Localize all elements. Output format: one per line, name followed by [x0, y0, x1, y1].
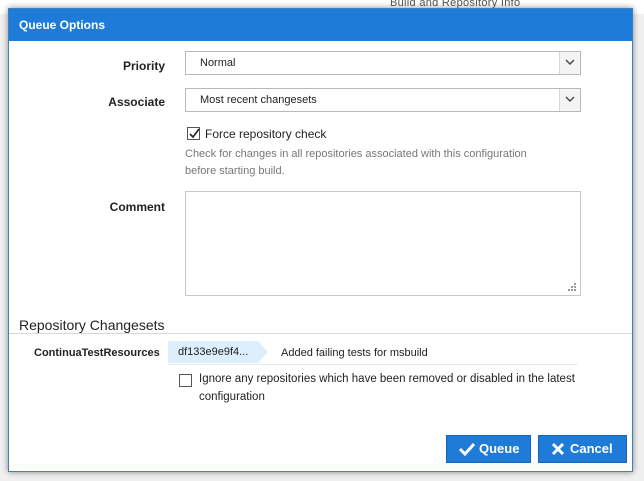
changeset-tag[interactable]: df133e9e9f4... [168, 341, 268, 363]
comment-label: Comment [109, 200, 165, 214]
queue-button[interactable]: Queue [446, 435, 531, 463]
changeset-tag-arrow [258, 341, 268, 363]
changeset-message: Added failing tests for msbuild [281, 347, 428, 359]
ignore-removed-repositories-checkbox[interactable] [179, 374, 192, 387]
repository-name: ContinuaTestResources [34, 347, 160, 359]
chevron-down-icon [565, 59, 575, 65]
priority-select[interactable]: Normal [185, 51, 581, 75]
associate-select[interactable]: Most recent changesets [185, 88, 581, 112]
ignore-removed-repositories-label-line1[interactable]: Ignore any repositories which have been … [199, 373, 575, 385]
cancel-button-label: Cancel [570, 441, 613, 456]
checkmark-icon [189, 128, 200, 139]
queue-button-label: Queue [479, 441, 520, 456]
section-divider [9, 333, 632, 334]
changeset-row-divider [168, 364, 578, 365]
associate-select-value: Most recent changesets [200, 94, 317, 106]
force-check-help-line2: before starting build. [185, 165, 285, 177]
associate-dropdown-button[interactable] [559, 89, 580, 111]
queue-options-dialog: Queue Options Priority Normal Associate … [8, 8, 633, 472]
priority-select-value: Normal [200, 57, 236, 69]
priority-dropdown-button[interactable] [559, 52, 580, 74]
changeset-id: df133e9e9f4... [168, 341, 258, 363]
priority-label: Priority [122, 59, 165, 73]
dialog-title: Queue Options [9, 9, 632, 41]
force-repository-check-label[interactable]: Force repository check [205, 127, 326, 141]
resize-grip-icon[interactable] [568, 283, 577, 292]
force-repository-check-checkbox[interactable] [187, 127, 200, 140]
repository-changesets-title: Repository Changesets [19, 317, 165, 333]
close-icon [551, 442, 565, 456]
force-check-help-line1: Check for changes in all repositories as… [185, 148, 527, 160]
comment-textarea[interactable] [185, 191, 581, 296]
cancel-button[interactable]: Cancel [538, 435, 627, 463]
checkmark-icon [459, 442, 475, 456]
ignore-removed-repositories-label-line2[interactable]: configuration [199, 391, 265, 403]
associate-label: Associate [108, 95, 165, 109]
chevron-down-icon [565, 96, 575, 102]
